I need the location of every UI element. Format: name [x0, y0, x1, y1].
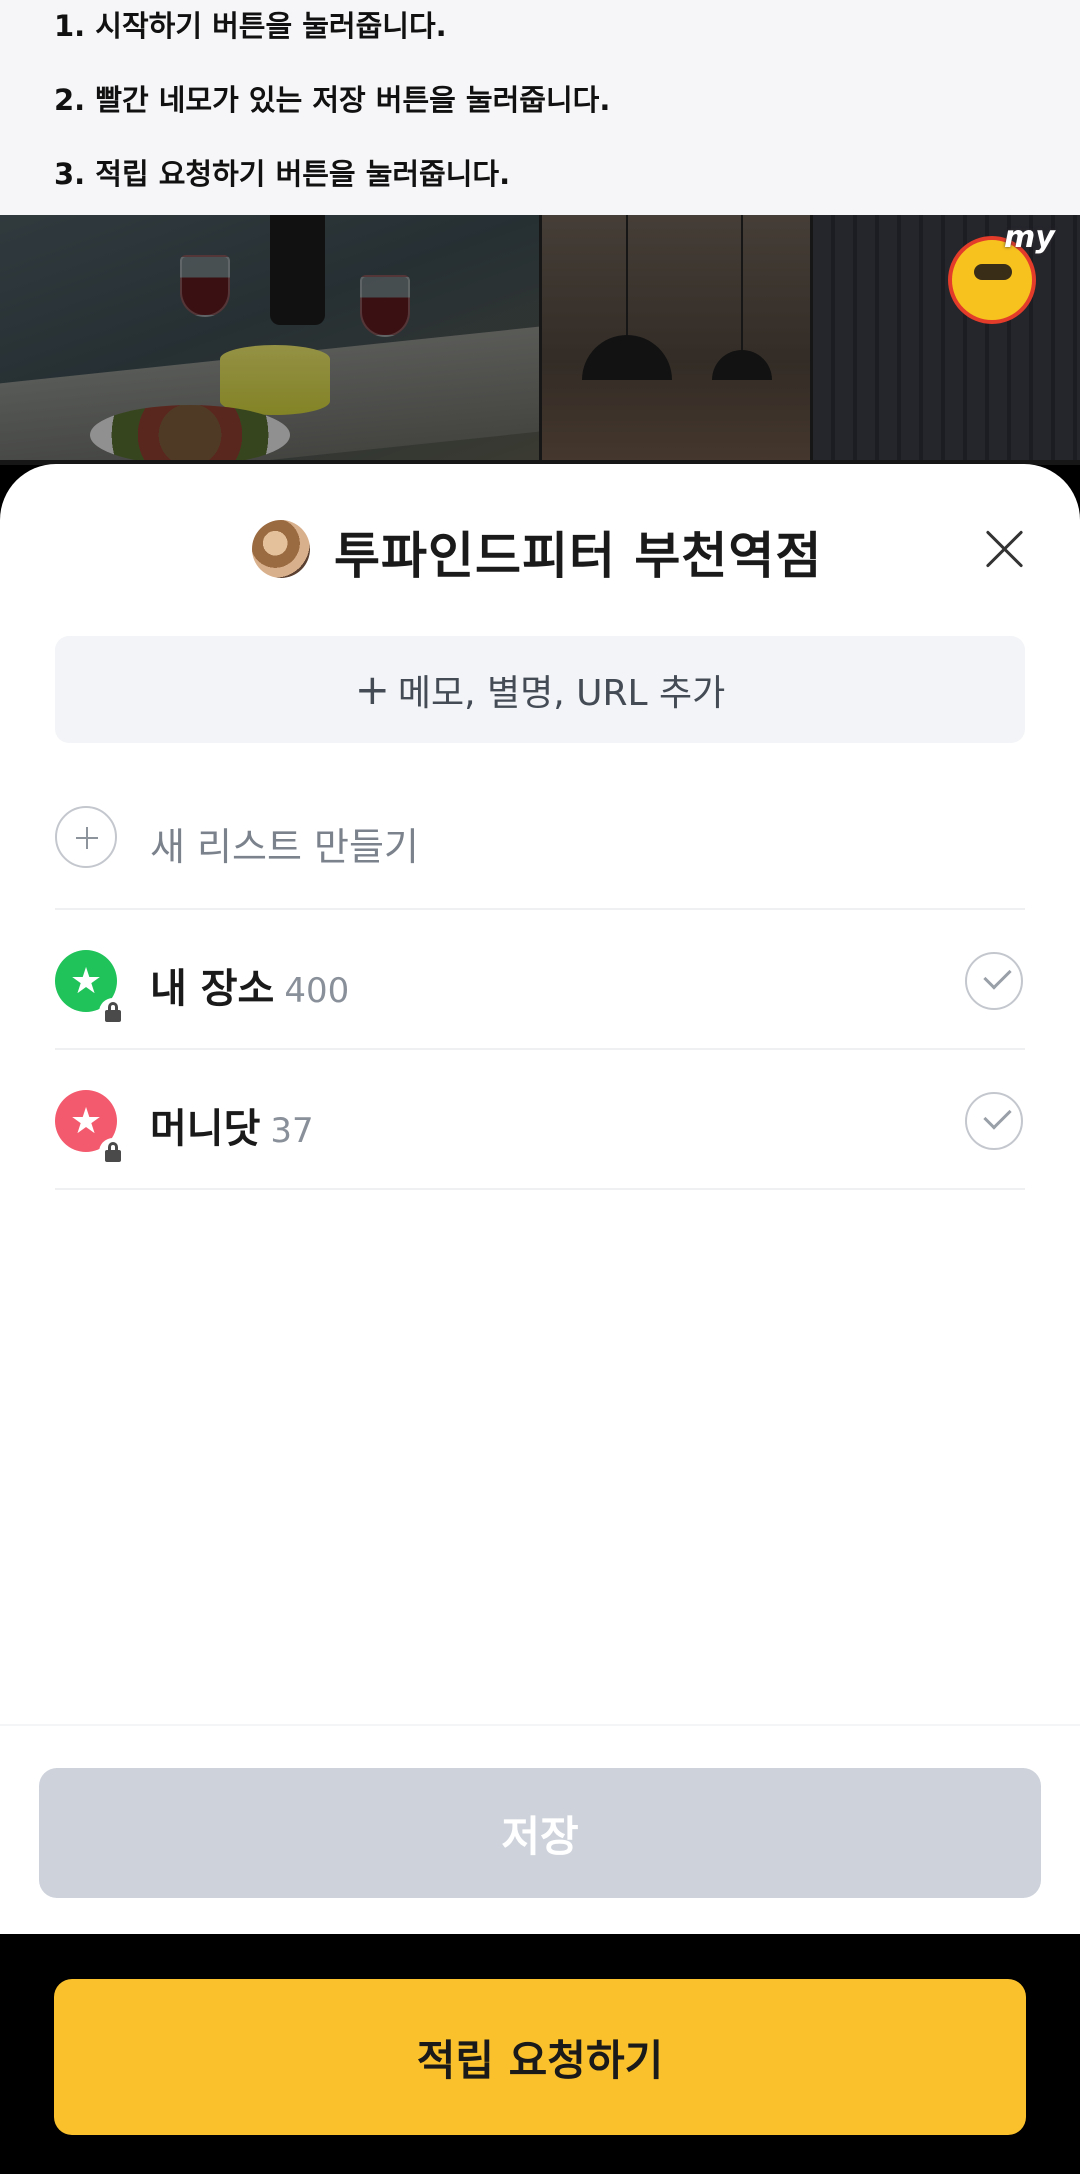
sheet-header: 투파인드피터 부천역점: [0, 464, 1080, 634]
instruction-step-2: 2. 빨간 네모가 있는 저장 버튼을 눌러줍니다.: [54, 83, 611, 117]
save-button[interactable]: 저장: [39, 1768, 1041, 1898]
list-item-my-places[interactable]: ★ 내 장소 400: [55, 912, 1025, 1050]
new-list-label: 새 리스트 만들기: [150, 825, 419, 869]
close-icon[interactable]: [978, 522, 1032, 576]
plus-icon: +: [354, 665, 390, 714]
circle-plus-icon: [55, 806, 117, 868]
request-reward-button[interactable]: 적립 요청하기: [54, 1979, 1026, 2135]
instruction-step-1: 1. 시작하기 버튼을 눌러줍니다.: [54, 9, 447, 43]
list-item-moneydot[interactable]: ★ 머니닷 37: [55, 1052, 1025, 1190]
lock-icon: [99, 998, 127, 1026]
new-list-row[interactable]: 새 리스트 만들기: [55, 772, 1025, 910]
instruction-step-3: 3. 적립 요청하기 버튼을 눌러줍니다.: [54, 157, 511, 191]
check-icon[interactable]: [965, 952, 1023, 1010]
bottom-action-bar: 적립 요청하기: [0, 1934, 1080, 2174]
instructions-panel: 1. 시작하기 버튼을 눌러줍니다. 2. 빨간 네모가 있는 저장 버튼을 눌…: [0, 0, 1080, 215]
lock-icon: [99, 1138, 127, 1166]
save-bottom-sheet: 투파인드피터 부천역점 + 메모, 별명, URL 추가 새 리스트 만들기 ★…: [0, 464, 1080, 1934]
add-memo-label: 메모, 별명, URL 추가: [397, 672, 726, 714]
check-icon[interactable]: [965, 1092, 1023, 1150]
list-count: 37: [270, 1111, 314, 1151]
list-name: 머니닷: [150, 1106, 261, 1152]
place-thumbnail: [252, 520, 310, 578]
add-memo-button[interactable]: + 메모, 별명, URL 추가: [55, 636, 1025, 743]
my-logo-text: my: [1004, 220, 1055, 255]
list-name: 내 장소: [150, 966, 275, 1012]
place-title: 투파인드피터 부천역점: [334, 527, 823, 585]
list-count: 400: [284, 971, 350, 1011]
place-photo-strip: [0, 215, 1080, 465]
my-logo-badge: my: [948, 220, 1055, 324]
save-area: 저장: [0, 1724, 1080, 1934]
